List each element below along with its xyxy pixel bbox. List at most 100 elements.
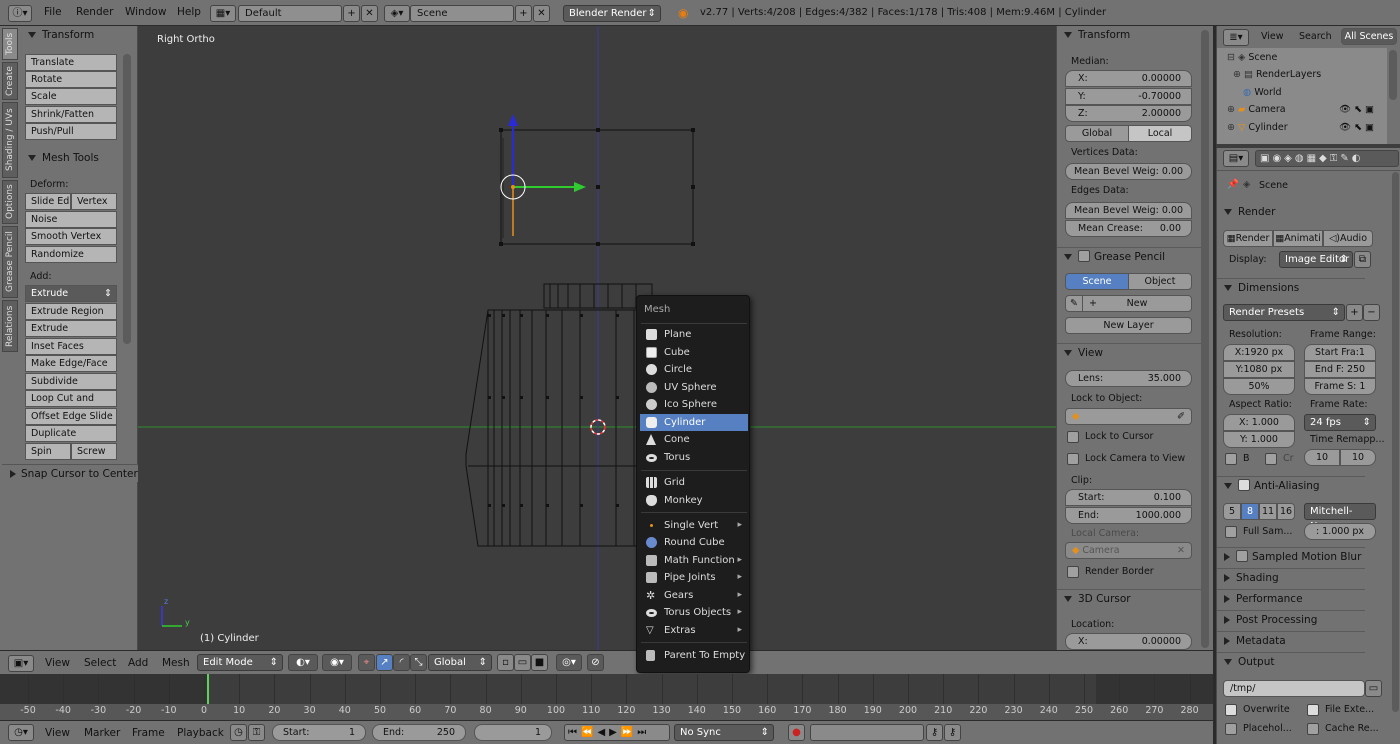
duplicate-button[interactable]: Duplicate (25, 425, 117, 442)
record-icon[interactable]: ● (788, 724, 805, 741)
mean-crease-field[interactable]: Mean Crease: 0.00 (1065, 220, 1192, 237)
current-frame-field[interactable]: 1 (474, 724, 552, 741)
add-preset-icon[interactable]: + (1346, 304, 1363, 321)
menu-add[interactable]: Add (128, 657, 148, 669)
noise-button[interactable]: Noise (25, 211, 117, 228)
median-x-field[interactable]: X: 0.00000 (1065, 70, 1192, 87)
end-frame-field[interactable]: End F: 250 (1304, 361, 1376, 378)
timeline-editor-icon[interactable]: ◷▾ (8, 724, 34, 741)
playback-controls[interactable]: ⏮⏪◀▶⏩⏭ (564, 724, 670, 741)
scale-button[interactable]: Scale (25, 88, 117, 105)
display-dropdown[interactable]: Image Editor ⇕ (1279, 251, 1353, 268)
toolshelf-scrollbar[interactable] (123, 54, 131, 344)
render-engine-dropdown[interactable]: Blender Render ⇕ (563, 5, 661, 22)
menu-view[interactable]: View (45, 727, 70, 739)
tab-tools[interactable]: Tools (2, 28, 18, 60)
menu-item-ico-sphere[interactable]: Ico Sphere (640, 396, 748, 413)
menu-item-extras[interactable]: ▽ Extras ▸ (640, 622, 748, 639)
layout-icon[interactable]: ▦▾ (210, 5, 236, 22)
lock-object-field[interactable]: ◆ ✐ (1065, 408, 1192, 425)
resolution-percent-field[interactable]: 50% (1223, 378, 1295, 395)
metadata-panel-header[interactable]: Metadata (1217, 631, 1365, 649)
fps-dropdown[interactable]: 24 fps ⇕ (1304, 414, 1376, 431)
menu-window[interactable]: Window (125, 6, 166, 18)
menu-item-round-cube[interactable]: Round Cube (640, 534, 748, 551)
vertex-select-icon[interactable]: ▫ (497, 654, 514, 671)
info-editor-icon[interactable]: ⓘ▾ (8, 5, 32, 22)
full-sample-checkbox[interactable] (1225, 526, 1237, 538)
outliner-row-renderlayers[interactable]: ⊕ ▤ RenderLayers (1233, 69, 1321, 80)
cursor-x-field[interactable]: X: 0.00000 (1065, 633, 1192, 650)
new-layer-button[interactable]: New Layer (1065, 317, 1192, 334)
pin-icon[interactable]: 📌 (1227, 179, 1239, 190)
make-edge-face-button[interactable]: Make Edge/Face (25, 355, 117, 372)
3d-viewport[interactable]: Right Ortho z y (1) Cylinder (138, 26, 1056, 650)
menu-item-grid[interactable]: Grid (640, 474, 748, 491)
post-processing-panel-header[interactable]: Post Processing (1217, 610, 1365, 628)
cache-result-checkbox[interactable] (1307, 723, 1319, 735)
translate-manipulator-icon[interactable]: ↗ (376, 654, 393, 671)
layout-field[interactable]: Default (238, 5, 342, 22)
menu-item-parent-to-empty[interactable]: Parent To Empty (640, 647, 748, 664)
menu-item-circle[interactable]: Circle (640, 361, 748, 378)
translate-button[interactable]: Translate (25, 54, 117, 71)
motion-blur-checkbox[interactable] (1236, 550, 1248, 562)
edge-select-icon[interactable]: ▭ (514, 654, 531, 671)
outliner-editor-icon[interactable]: ≣▾ (1223, 29, 1249, 46)
spin-button[interactable]: Spin (25, 443, 71, 460)
mesh-tools-panel-header[interactable]: Mesh Tools (20, 149, 138, 167)
aa-5-button[interactable]: 5 (1223, 503, 1241, 520)
aa-filter-dropdown[interactable]: Mitchell-Ne... (1304, 503, 1376, 532)
grease-scene-tab[interactable]: Scene (1065, 273, 1129, 290)
screw-button[interactable]: Screw (71, 443, 117, 460)
menu-item-uv-sphere[interactable]: UV Sphere (640, 379, 748, 396)
mode-dropdown[interactable]: Edit Mode ⇕ (197, 654, 283, 671)
menu-item-single-vert[interactable]: Single Vert ▸ (640, 517, 748, 534)
add-layout-icon[interactable]: + (343, 5, 360, 22)
lock-icon[interactable]: ⚿ (248, 724, 265, 741)
tab-shading-uvs[interactable]: Shading / UVs (2, 102, 18, 178)
props-context-tabs[interactable]: ▣◉◈◍▦◆⚿✎◐ (1255, 150, 1399, 167)
slide-edge-button[interactable]: Slide Ed (25, 193, 71, 210)
keying-set-field[interactable] (810, 724, 924, 741)
viewport-canvas[interactable] (138, 26, 1056, 650)
outliner-row-world[interactable]: ◍ World (1243, 87, 1282, 98)
audio-button[interactable]: ◁)Audio (1323, 230, 1373, 247)
render-panel-header[interactable]: Render (1217, 203, 1365, 221)
manipulator-toggle-icon[interactable]: ⌖ (358, 654, 375, 671)
menu-item-gears[interactable]: ✲ Gears ▸ (640, 587, 748, 604)
menu-mesh[interactable]: Mesh (162, 657, 190, 669)
timeline-ruler[interactable] (0, 704, 1213, 720)
tab-grease-pencil[interactable]: Grease Pencil (2, 226, 18, 298)
menu-item-plane[interactable]: Plane (640, 326, 748, 343)
scene-field[interactable]: Scene (410, 5, 514, 22)
render-border-checkbox[interactable] (1067, 566, 1079, 578)
tab-relations[interactable]: Relations (2, 300, 18, 352)
median-y-field[interactable]: Y: -0.70000 (1065, 88, 1192, 105)
shrink-fatten-button[interactable]: Shrink/Fatten (25, 106, 117, 123)
resolution-y-field[interactable]: Y:1080 px (1223, 361, 1295, 378)
crop-checkbox[interactable] (1265, 453, 1277, 465)
aa-16-button[interactable]: 16 (1277, 503, 1295, 520)
3d-cursor-panel-header[interactable]: 3D Cursor (1057, 589, 1205, 607)
mean-bevel-vertex-field[interactable]: Mean Bevel Weig: 0.00 (1065, 163, 1192, 180)
local-camera-field[interactable]: ◆ Camera ✕ (1065, 542, 1192, 559)
mean-bevel-edge-field[interactable]: Mean Bevel Weig: 0.00 (1065, 202, 1192, 219)
render-button[interactable]: ▦Render (1223, 230, 1273, 247)
aspect-y-field[interactable]: Y: 1.000 (1223, 431, 1295, 448)
outliner-row-cylinder[interactable]: ⊕ ▽ Cylinder 👁 ⬉ ▣ (1227, 122, 1374, 133)
filter-size-field[interactable]: : 1.000 px (1304, 523, 1376, 540)
placeholders-checkbox[interactable] (1225, 723, 1237, 735)
loop-cut-button[interactable]: Loop Cut and Slide (25, 390, 117, 419)
menu-item-torus[interactable]: Torus (640, 449, 748, 466)
menu-item-cube[interactable]: Cube (640, 344, 748, 361)
outliner-scrollbar[interactable] (1389, 50, 1397, 100)
extrude-dropdown[interactable]: Extrude ⇕ (25, 285, 117, 302)
grease-pencil-panel-header[interactable]: Grease Pencil (1057, 247, 1205, 265)
local-toggle[interactable]: Local (1128, 125, 1192, 142)
file-extensions-checkbox[interactable] (1307, 704, 1319, 716)
menu-item-torus-objects[interactable]: Torus Objects ▸ (640, 604, 748, 621)
inset-faces-button[interactable]: Inset Faces (25, 338, 117, 355)
transform-panel-header[interactable]: Transform (1057, 26, 1205, 44)
output-path-field[interactable]: /tmp/ (1223, 680, 1365, 697)
